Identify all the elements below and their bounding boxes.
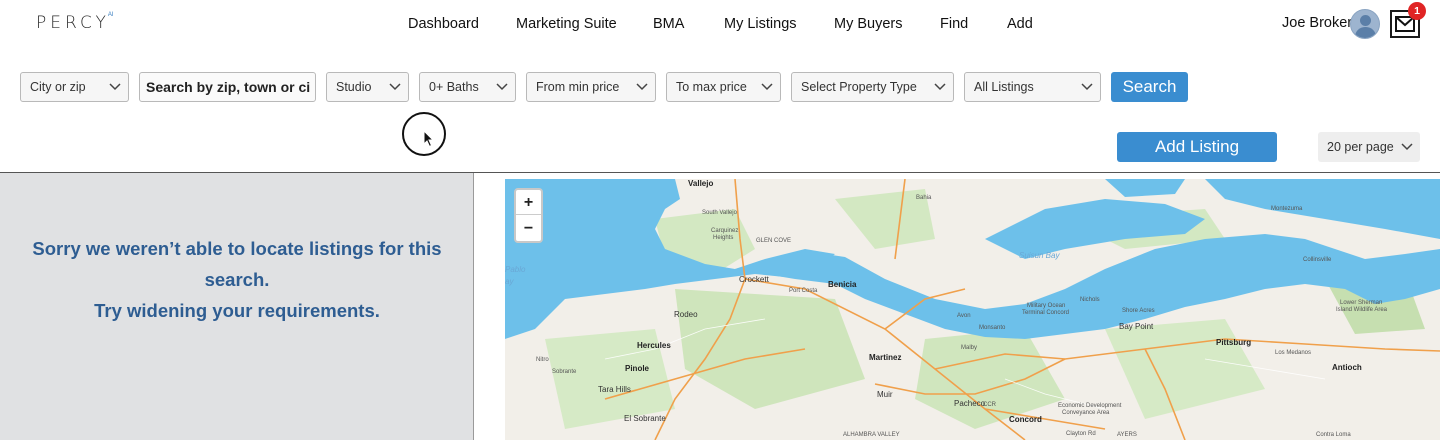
map-label-carquinez: Carquinez <box>711 228 739 234</box>
map-label-south-vallejo: South Vallejo <box>702 210 737 216</box>
min-price-value: From min price <box>536 80 620 94</box>
avatar[interactable] <box>1350 9 1380 39</box>
nav-bma[interactable]: BMA <box>653 14 684 34</box>
map-label-ayers: AYERS <box>1117 432 1137 438</box>
map-label-shore-acres: Shore Acres <box>1122 308 1155 314</box>
map-label-military-ocean-1: Military Ocean <box>1027 303 1066 309</box>
map-label-montezuma: Montezuma <box>1271 206 1303 212</box>
map-label-rodeo: Rodeo <box>674 310 698 319</box>
results-panel: Sorry we weren’t able to locate listings… <box>0 173 474 440</box>
no-results-line-2: Try widening your requirements. <box>94 300 380 321</box>
nav-dashboard[interactable]: Dashboard <box>408 14 479 34</box>
map-label-malby: Malby <box>961 345 978 351</box>
map-label-muir: Muir <box>877 390 893 399</box>
min-price-select[interactable]: From min price <box>526 72 656 102</box>
zoom-in-button[interactable]: + <box>516 190 541 215</box>
listings-value: All Listings <box>974 80 1034 94</box>
map-label-benicia: Benicia <box>828 280 857 289</box>
chevron-down-icon <box>496 83 508 91</box>
map-label-port-costa: Port Costa <box>789 288 818 294</box>
map-label-glen-cove: GLEN COVE <box>756 238 792 244</box>
map-label-avon: Avon <box>957 313 971 319</box>
map-label-clayton-rd: Clayton Rd <box>1066 431 1096 437</box>
chevron-down-icon <box>389 83 401 91</box>
no-results-message: Sorry we weren’t able to locate listings… <box>0 233 474 326</box>
location-search-input[interactable] <box>139 72 316 102</box>
map-label-crockett: Crockett <box>739 275 769 284</box>
nav-marketing-suite[interactable]: Marketing Suite <box>516 14 617 34</box>
map-label-collinsville: Collinsville <box>1303 257 1332 263</box>
map-label-pablo: Pablo <box>505 265 526 274</box>
no-results-line-1: Sorry we weren’t able to locate listings… <box>32 238 442 290</box>
nav-my-buyers[interactable]: My Buyers <box>834 14 903 34</box>
chevron-down-icon <box>1401 143 1413 151</box>
chevron-down-icon <box>636 83 648 91</box>
map-label-monsanto: Monsanto <box>979 325 1006 331</box>
location-type-select[interactable]: City or zip <box>20 72 129 102</box>
chevron-down-icon <box>934 83 946 91</box>
map-view[interactable]: Vallejo South Vallejo Carquinez Heights … <box>505 179 1440 440</box>
map-label-suisun-bay: Suisun Bay <box>1019 251 1060 260</box>
chevron-down-icon <box>109 83 121 91</box>
property-type-select[interactable]: Select Property Type <box>791 72 954 102</box>
nav-add[interactable]: Add <box>1007 14 1033 34</box>
user-name[interactable]: Joe Broker <box>1282 15 1352 31</box>
map-label-bahia: Bahia <box>916 195 932 201</box>
map-zoom-control: + − <box>514 188 543 243</box>
chevron-down-icon <box>1081 83 1093 91</box>
logo-superscript: AI <box>107 12 114 18</box>
map-label-economic-1: Economic Development <box>1058 403 1122 409</box>
map-label-hercules: Hercules <box>637 341 671 350</box>
nav-my-listings[interactable]: My Listings <box>724 14 797 34</box>
per-page-value: 20 per page <box>1327 140 1394 154</box>
map-label-nitro: Nitro <box>536 357 549 363</box>
map-label-martinez: Martinez <box>869 353 902 362</box>
map-label-los-medanos: Los Medanos <box>1275 350 1312 356</box>
notification-badge: 1 <box>1408 2 1426 20</box>
nav-find[interactable]: Find <box>940 14 968 34</box>
logo-text: PERCY <box>36 13 110 33</box>
map-label-pablo-bay: ay <box>505 277 514 286</box>
chevron-down-icon <box>761 83 773 91</box>
map-label-economic-2: Conveyance Area <box>1062 410 1110 416</box>
map-label-concord: Concord <box>1009 415 1042 424</box>
map-label-lower-sherman-1: Lower Sherman <box>1340 300 1383 306</box>
max-price-value: To max price <box>676 80 747 94</box>
listings-select[interactable]: All Listings <box>964 72 1101 102</box>
map-label-vallejo: Vallejo <box>688 179 714 188</box>
avatar-body-shape <box>1355 27 1376 38</box>
map-label-pacheco: Pacheco <box>954 399 986 408</box>
map-label-military-ocean-2: Terminal Concord <box>1022 310 1070 316</box>
baths-select[interactable]: 0+ Baths <box>419 72 516 102</box>
zoom-out-button[interactable]: − <box>516 216 541 241</box>
app-logo[interactable]: PERCY AI <box>36 10 114 36</box>
map-label-nichols: Nichols <box>1080 297 1100 303</box>
map-label-alhambra-valley: ALHAMBRA VALLEY <box>843 432 900 438</box>
avatar-head-shape <box>1360 15 1371 26</box>
map-label-heights: Heights <box>713 235 734 241</box>
property-type-value: Select Property Type <box>801 80 917 94</box>
map-label-pinole: Pinole <box>625 364 650 373</box>
baths-value: 0+ Baths <box>429 80 479 94</box>
location-type-value: City or zip <box>30 80 86 94</box>
max-price-select[interactable]: To max price <box>666 72 781 102</box>
add-listing-button[interactable]: Add Listing <box>1117 132 1277 162</box>
map-label-ccr: CCR <box>983 402 996 408</box>
per-page-select[interactable]: 20 per page <box>1318 132 1420 162</box>
bedrooms-value: Studio <box>336 80 372 94</box>
map-label-tara-hills: Tara Hills <box>598 385 631 394</box>
map-label-el-sobrante: El Sobrante <box>624 414 666 423</box>
map-label-bay-point: Bay Point <box>1119 322 1154 331</box>
map-label-contra-loma: Contra Loma <box>1316 432 1351 438</box>
search-button[interactable]: Search <box>1111 72 1188 102</box>
bedrooms-select[interactable]: Studio <box>326 72 409 102</box>
map-label-lower-sherman-2: Island Wildlife Area <box>1336 307 1388 313</box>
map-label-sobrante: Sobrante <box>552 369 577 375</box>
map-label-pittsburg: Pittsburg <box>1216 338 1252 347</box>
mouse-pointer-icon <box>423 130 435 148</box>
map-label-antioch: Antioch <box>1332 363 1362 372</box>
